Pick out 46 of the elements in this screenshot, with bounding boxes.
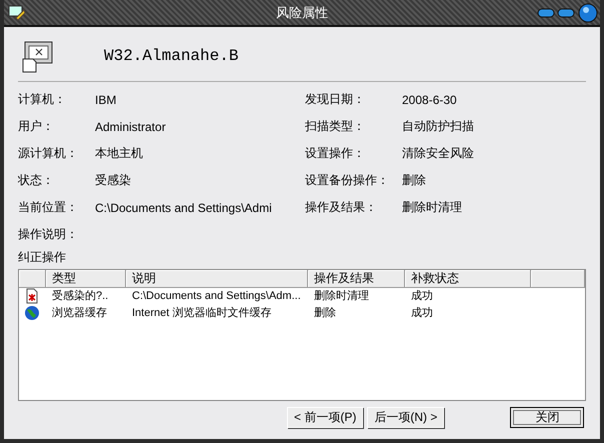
column-header[interactable]: 说明	[126, 270, 308, 288]
section-label: 纠正操作	[18, 249, 67, 266]
risk-name: W32.Almanahe.B	[104, 47, 238, 65]
table-cell-text: 删除	[314, 306, 336, 320]
minimize-button[interactable]	[537, 8, 555, 18]
previous-button[interactable]: < 前一项(P)	[287, 407, 364, 428]
table-cell-text: 受感染的?..	[52, 288, 108, 303]
table-cell-text: Internet 浏览器临时文件缓存	[132, 306, 272, 320]
app-icon	[8, 4, 26, 22]
globe-icon	[24, 304, 40, 320]
table-cell-text: 成功	[411, 289, 433, 303]
field-label: 当前位置：	[18, 199, 79, 216]
field-value: 2008-6-30	[402, 92, 458, 106]
field-label: 用户：	[18, 118, 55, 135]
field-value: IBM	[95, 92, 118, 106]
column-header[interactable]: 操作及结果	[308, 270, 405, 288]
field-value: 本地主机	[95, 145, 144, 162]
close-button[interactable]	[578, 2, 598, 22]
risk-file-icon	[20, 39, 54, 73]
field-value: 受感染	[95, 172, 132, 189]
field-value: Administrator	[95, 120, 167, 134]
field-label: 设置操作：	[305, 145, 366, 162]
field-value: C:\Documents and Settings\Admi	[95, 200, 273, 214]
table-cell-text: 成功	[411, 306, 433, 320]
field-value: 清除安全风险	[402, 145, 475, 162]
window-title: 风险属性	[276, 4, 328, 22]
field-label: 设置备份操作：	[305, 172, 390, 189]
field-label: 操作说明：	[18, 226, 79, 243]
field-value: 删除	[402, 172, 427, 189]
column-header[interactable]: 补救状态	[405, 270, 531, 288]
table-cell-text: 删除时清理	[314, 289, 369, 303]
field-value: 自动防护扫描	[402, 118, 475, 135]
field-label: 源计算机：	[18, 145, 79, 162]
close-button[interactable]: 关闭	[510, 407, 584, 428]
field-value: 删除时清理	[402, 199, 463, 216]
column-header[interactable]: 类型	[46, 270, 126, 288]
field-label: 状态：	[18, 172, 55, 189]
field-label: 扫描类型：	[305, 118, 366, 135]
field-label: 操作及结果：	[305, 199, 378, 216]
table-cell-text: 浏览器缓存	[52, 306, 107, 320]
next-button[interactable]: 后一项(N) >	[367, 407, 444, 428]
infected-file-icon	[24, 288, 40, 304]
maximize-button[interactable]	[557, 8, 575, 18]
field-label: 计算机：	[18, 91, 67, 108]
table-cell: C:\Documents and Settings\Adm...	[132, 290, 301, 302]
field-label: 发现日期：	[305, 91, 366, 108]
